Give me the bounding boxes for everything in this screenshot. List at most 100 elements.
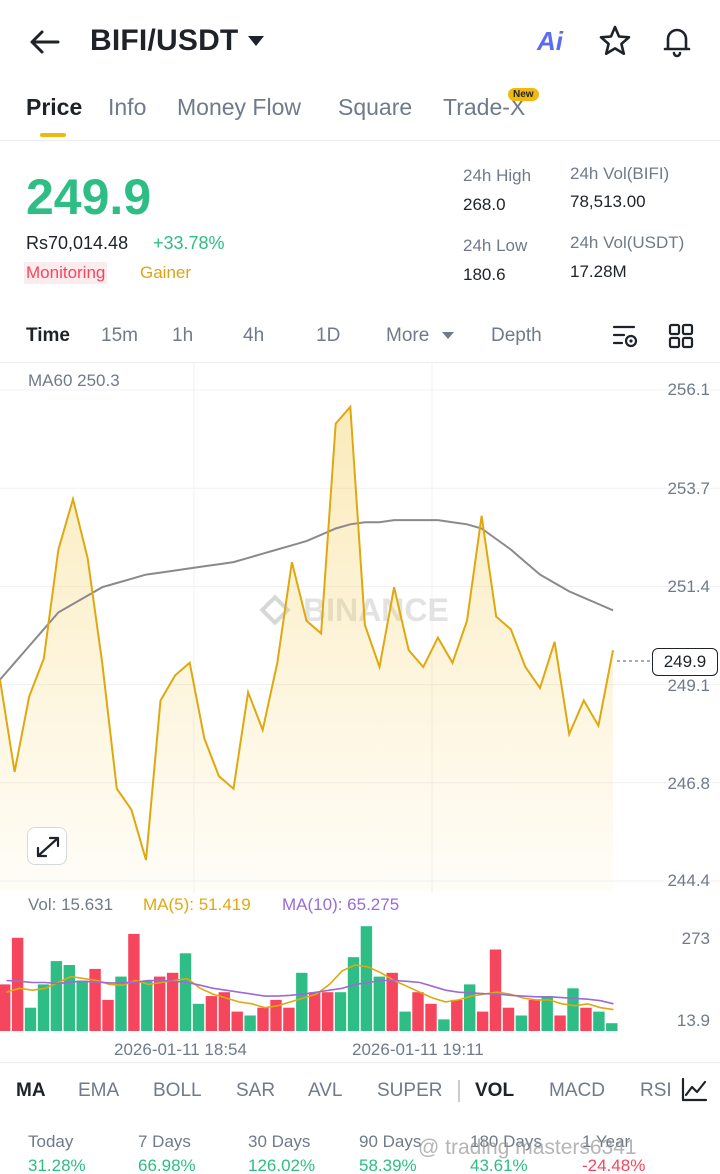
time-axis-label: 2026-01-11 18:54 <box>114 1040 247 1059</box>
indicator-boll[interactable]: BOLL <box>153 1080 202 1102</box>
tab-info[interactable]: Info <box>108 94 146 121</box>
volume-bar <box>528 999 540 1031</box>
volume-bar <box>76 980 88 1031</box>
line-chart-icon[interactable] <box>680 1077 708 1103</box>
back-arrow-icon[interactable] <box>28 28 62 56</box>
new-badge: New <box>508 88 539 101</box>
monitoring-badge[interactable]: Monitoring <box>24 262 108 284</box>
volume-bar <box>580 1007 592 1031</box>
volume-bar <box>606 1023 618 1031</box>
volume-bar <box>309 992 321 1031</box>
perf-value-7d: 66.98% <box>138 1156 196 1174</box>
divider <box>0 1062 720 1063</box>
ai-icon[interactable]: Ai <box>537 26 563 57</box>
volume-bar <box>179 953 192 1031</box>
low-value: 180.6 <box>463 265 506 284</box>
volume-bar <box>451 999 463 1031</box>
volume-bar <box>244 1015 256 1031</box>
gainer-badge[interactable]: Gainer <box>140 263 191 283</box>
indicator-super[interactable]: SUPER <box>377 1080 442 1102</box>
expand-chart-button[interactable] <box>27 827 67 865</box>
price-chart[interactable]: BINANCE <box>0 363 720 1043</box>
price-tick: 246.8 <box>667 774 710 793</box>
volume-bar <box>192 1003 205 1031</box>
volume-bar <box>489 949 502 1031</box>
price-tick: 251.4 <box>667 577 710 596</box>
timeframe-1d[interactable]: 1D <box>316 325 340 347</box>
price-tick: 244.4 <box>667 871 710 890</box>
volume-bar <box>296 972 308 1031</box>
volume-bar <box>141 980 153 1031</box>
high-value: 268.0 <box>463 195 506 214</box>
vol-quote-label: 24h Vol(USDT) <box>570 233 685 252</box>
high-label: 24h High <box>463 166 532 185</box>
local-currency-price: Rs70,014.48 <box>26 233 129 253</box>
timeframe-time[interactable]: Time <box>26 325 70 347</box>
tab-price[interactable]: Price <box>26 94 82 121</box>
layout-grid-icon[interactable] <box>668 323 694 349</box>
tab-square[interactable]: Square <box>338 94 412 121</box>
volume-bar <box>154 976 166 1031</box>
more-caret-icon[interactable] <box>442 332 454 339</box>
volume-bar <box>205 996 218 1031</box>
volume-bar <box>425 1003 437 1031</box>
volume-ma10-label: MA(10): 65.275 <box>282 895 400 914</box>
volume-bar <box>399 1011 411 1031</box>
perf-label-today: Today <box>28 1132 74 1151</box>
timeframe-more[interactable]: More <box>386 325 429 347</box>
indicator-macd[interactable]: MACD <box>549 1080 605 1102</box>
volume-bar <box>438 1019 450 1031</box>
depth-tab[interactable]: Depth <box>491 325 542 347</box>
ma60-label: MA60 250.3 <box>28 371 120 390</box>
low-label: 24h Low <box>463 236 528 255</box>
volume-bar <box>283 1007 295 1031</box>
volume-bar <box>515 1015 528 1031</box>
indicator-vol[interactable]: VOL <box>475 1080 514 1102</box>
perf-label-7d: 7 Days <box>138 1132 191 1151</box>
timeframe-1h[interactable]: 1h <box>172 325 193 347</box>
star-icon[interactable] <box>598 24 632 58</box>
time-axis-label: 2026-01-11 19:11 <box>352 1040 484 1059</box>
volume-bar <box>567 988 579 1031</box>
pair-dropdown-caret-icon[interactable] <box>248 36 264 46</box>
perf-value-30d: 126.02% <box>248 1156 316 1174</box>
volume-bar <box>412 992 424 1031</box>
volume-label: Vol: 15.631 <box>28 895 114 914</box>
perf-value-today: 31.28% <box>28 1156 86 1174</box>
perf-label-90d: 90 Days <box>359 1132 422 1151</box>
volume-bar <box>50 961 63 1031</box>
vol-base-label: 24h Vol(BIFI) <box>570 164 670 183</box>
volume-tick: 13.9 <box>676 1011 710 1030</box>
perf-value-90d: 58.39% <box>359 1156 417 1174</box>
tab-money-flow[interactable]: Money Flow <box>177 94 301 121</box>
timeframe-4h[interactable]: 4h <box>243 325 264 347</box>
volume-bar <box>63 965 75 1031</box>
current-price-tag: 249.9 <box>652 648 718 676</box>
expand-icon <box>36 836 60 858</box>
volume-bars <box>0 926 618 1031</box>
indicator-rsi[interactable]: RSI <box>640 1080 672 1102</box>
pair-title[interactable]: BIFI/USDT <box>90 24 238 58</box>
volume-tick: 273 <box>681 929 710 948</box>
indicator-sar[interactable]: SAR <box>236 1080 275 1102</box>
active-tab-indicator <box>40 133 66 137</box>
volume-bar <box>554 1015 566 1031</box>
last-price: 249.9 <box>26 169 152 225</box>
overlay-watermark: @ trading masters6341 <box>418 1136 637 1159</box>
vol-base-value: 78,513.00 <box>570 192 646 211</box>
price-change-percent: +33.78% <box>153 233 225 253</box>
indicator-avl[interactable]: AVL <box>308 1080 343 1102</box>
volume-bar <box>257 1007 269 1031</box>
price-tick: 253.7 <box>667 479 710 498</box>
price-tick: 256.1 <box>667 380 710 399</box>
volume-bar <box>89 968 101 1031</box>
timeframe-15m[interactable]: 15m <box>101 325 138 347</box>
volume-bar <box>373 976 385 1031</box>
volume-bar <box>464 984 476 1031</box>
indicator-ema[interactable]: EMA <box>78 1080 119 1102</box>
bell-icon[interactable] <box>660 24 694 58</box>
perf-label-30d: 30 Days <box>248 1132 311 1151</box>
indicator-ma[interactable]: MA <box>16 1080 46 1102</box>
divider <box>0 140 720 141</box>
chart-settings-icon[interactable] <box>612 323 640 349</box>
